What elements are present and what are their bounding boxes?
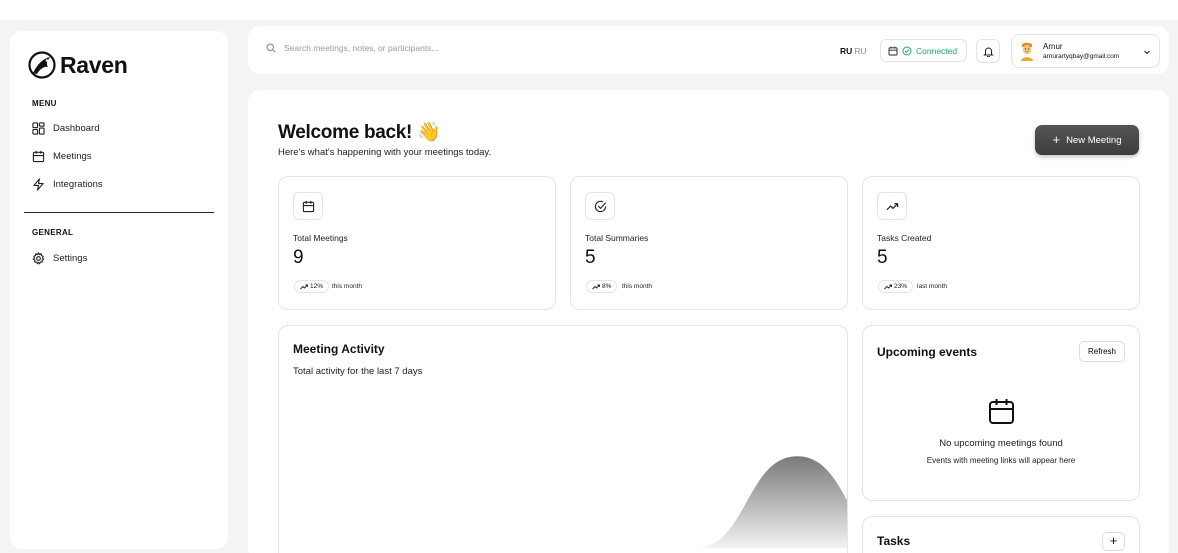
activity-chart: MonTueWedThuFriSatSun — [289, 456, 847, 548]
add-task-button[interactable]: + — [1102, 532, 1125, 551]
stat-label: Total Meetings — [293, 233, 348, 243]
dashboard-grid-icon — [32, 122, 45, 135]
search-input[interactable] — [284, 43, 524, 53]
calendar-icon — [32, 150, 45, 163]
main-panel: Welcome back! 👋 Here's what's happening … — [248, 90, 1169, 553]
user-email: arnurartyqbay@gmail.com — [1043, 52, 1120, 60]
stat-change-badge: 23% — [878, 280, 914, 293]
stat-period: this month — [622, 283, 652, 290]
stat-icon-box — [877, 192, 907, 220]
trending-up-icon — [884, 284, 892, 289]
stat-value: 9 — [293, 247, 304, 268]
bell-icon — [982, 47, 994, 57]
empty-state-title: No upcoming meetings found — [939, 438, 1063, 449]
stat-icon-box — [293, 192, 323, 220]
sidebar-item-meetings[interactable]: Meetings — [32, 150, 92, 163]
user-name: Arnur — [1043, 41, 1063, 51]
user-menu[interactable]: Arnur arnurartyqbay@gmail.com — [1011, 34, 1160, 68]
refresh-button[interactable]: Refresh — [1079, 341, 1125, 362]
stat-card-total-summaries: Total Summaries 5 8% this month — [570, 176, 848, 310]
lightning-icon — [33, 178, 44, 191]
logo[interactable]: Raven — [28, 51, 128, 79]
check-circle-icon — [594, 200, 606, 212]
check-circle-icon — [902, 46, 912, 55]
stat-change-badge: 12% — [294, 280, 330, 293]
sidebar-item-settings[interactable]: Settings — [32, 252, 87, 265]
top-strip — [0, 0, 1178, 20]
sidebar-item-label: Integrations — [53, 179, 103, 190]
top-header: RURU Connected Arnur arnurartyqbay@gmail… — [248, 26, 1169, 74]
sidebar-item-label: Dashboard — [53, 123, 100, 134]
upcoming-title: Upcoming events — [877, 345, 978, 359]
stat-period: this month — [332, 283, 362, 290]
activity-area — [289, 456, 847, 548]
stat-change-value: 8% — [602, 283, 612, 290]
calendar-icon — [302, 200, 314, 212]
general-section-label: GENERAL — [32, 228, 74, 237]
avatar — [1021, 42, 1033, 61]
stat-value: 5 — [585, 247, 596, 268]
sidebar-item-label: Settings — [53, 253, 88, 264]
tasks-title: Tasks — [877, 534, 911, 548]
language-alt[interactable]: RU — [854, 46, 866, 56]
page-title: Welcome back! 👋 — [278, 122, 441, 143]
gear-icon — [32, 252, 45, 265]
raven-logo-icon — [28, 51, 56, 79]
stat-label: Tasks Created — [877, 233, 932, 243]
sidebar-item-label: Meetings — [53, 151, 92, 162]
stat-card-tasks-created: Tasks Created 5 23% last month — [862, 176, 1140, 310]
stat-change-badge: 8% — [586, 280, 618, 293]
stat-card-total-meetings: Total Meetings 9 12% this month — [278, 176, 556, 310]
stat-change-value: 12% — [310, 283, 324, 290]
stat-change-value: 23% — [894, 283, 908, 290]
stat-period: last month — [917, 283, 947, 290]
chevron-down-icon — [1144, 50, 1150, 55]
search-icon — [266, 43, 276, 53]
new-meeting-label: New Meeting — [1066, 134, 1122, 146]
stat-label: Total Summaries — [585, 233, 649, 243]
app-name: Raven — [60, 51, 128, 78]
connection-status-label: Connected — [916, 45, 958, 56]
sidebar: Raven MENU Dashboard Meetings Integratio… — [10, 31, 228, 549]
meeting-activity-card: Meeting Activity Total activity for the … — [278, 325, 848, 553]
search-bar — [266, 43, 524, 53]
language-active[interactable]: RU — [840, 46, 852, 56]
calendar-icon — [888, 46, 898, 55]
menu-section-label: MENU — [32, 99, 57, 108]
trending-up-icon — [886, 202, 898, 210]
new-meeting-button[interactable]: + New Meeting — [1035, 125, 1139, 155]
connection-status-button[interactable]: Connected — [880, 39, 967, 62]
trending-up-icon — [592, 284, 600, 289]
stat-value: 5 — [877, 247, 888, 268]
empty-state-subtitle: Events with meeting links will appear he… — [926, 456, 1076, 465]
tasks-card: Tasks + — [862, 516, 1140, 553]
plus-icon: + — [1052, 132, 1061, 147]
sidebar-item-dashboard[interactable]: Dashboard — [32, 122, 99, 135]
stat-icon-box — [585, 192, 615, 220]
page-subtitle: Here's what's happening with your meetin… — [278, 147, 492, 158]
trending-up-icon — [300, 284, 308, 289]
sidebar-divider — [24, 212, 214, 213]
language-switcher[interactable]: RU RU — [840, 46, 867, 56]
calendar-icon — [989, 399, 1014, 424]
upcoming-events-card: Upcoming events Refresh No upcoming meet… — [862, 325, 1140, 501]
notifications-button[interactable] — [976, 39, 1000, 63]
sidebar-item-integrations[interactable]: Integrations — [32, 178, 103, 191]
